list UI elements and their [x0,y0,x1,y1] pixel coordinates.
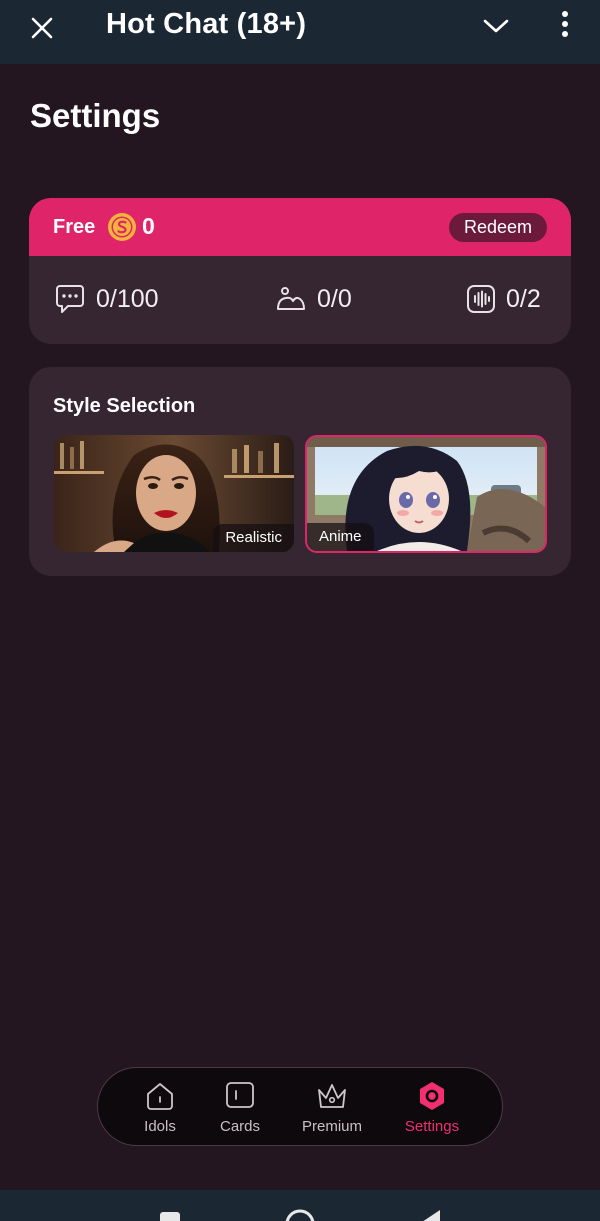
crown-icon [318,1084,346,1108]
nav-item-settings[interactable]: Settings [392,1080,472,1138]
style-selection-title: Style Selection [53,395,196,417]
nav-label-cards: Cards [219,1118,260,1135]
nav-label-idols: Idols [144,1118,176,1135]
page-title: Settings [30,97,161,134]
image-mountain-icon [277,287,305,310]
bottom-nav: Idols Cards Premium Settings [97,1067,503,1146]
style-selection-card: Style Selection Realistic Anime [29,367,571,576]
plan-header: Free 0 Redeem [29,198,571,256]
recents-button[interactable] [160,1212,180,1221]
coin-icon [108,213,136,241]
messages-stat: 0/100 [54,282,159,316]
chat-bubble-icon [56,285,84,313]
back-button[interactable] [422,1210,440,1221]
voice-stat: 0/2 [466,282,541,316]
gear-icon [420,1082,444,1110]
nav-label-premium: Premium [301,1118,362,1135]
plan-card: Free 0 Redeem 0/100 0/0 0/2 [29,198,571,344]
nav-item-premium[interactable]: Premium [292,1080,372,1138]
plan-name: Free [53,216,96,238]
more-options-button[interactable] [548,4,582,44]
chevron-down-icon [483,19,509,33]
home-button[interactable] [285,1209,315,1221]
home-icon [147,1083,173,1110]
style-option-realistic[interactable]: Realistic [54,435,294,552]
card-icon [226,1082,254,1108]
dropdown-button[interactable] [476,6,516,46]
more-vertical-icon [562,11,568,37]
close-button[interactable] [22,8,62,48]
app-bar: Hot Chat (18+) [0,0,600,64]
images-count: 0/0 [317,285,352,313]
audio-wave-icon [467,285,495,313]
nav-label-settings: Settings [404,1118,460,1135]
style-label-anime: Anime [307,523,374,551]
system-nav-bar [0,1190,600,1221]
voice-count: 0/2 [506,285,541,313]
style-option-anime[interactable]: Anime [305,435,547,553]
images-stat: 0/0 [275,282,352,316]
close-icon [31,17,53,39]
app-title: Hot Chat (18+) [106,8,307,40]
nav-item-cards[interactable]: Cards [200,1080,280,1138]
redeem-button[interactable]: Redeem [449,213,547,242]
coin-balance: 0 [142,213,155,239]
messages-count: 0/100 [96,285,159,313]
nav-item-idols[interactable]: Idols [120,1080,200,1138]
style-label-realistic: Realistic [213,524,294,552]
